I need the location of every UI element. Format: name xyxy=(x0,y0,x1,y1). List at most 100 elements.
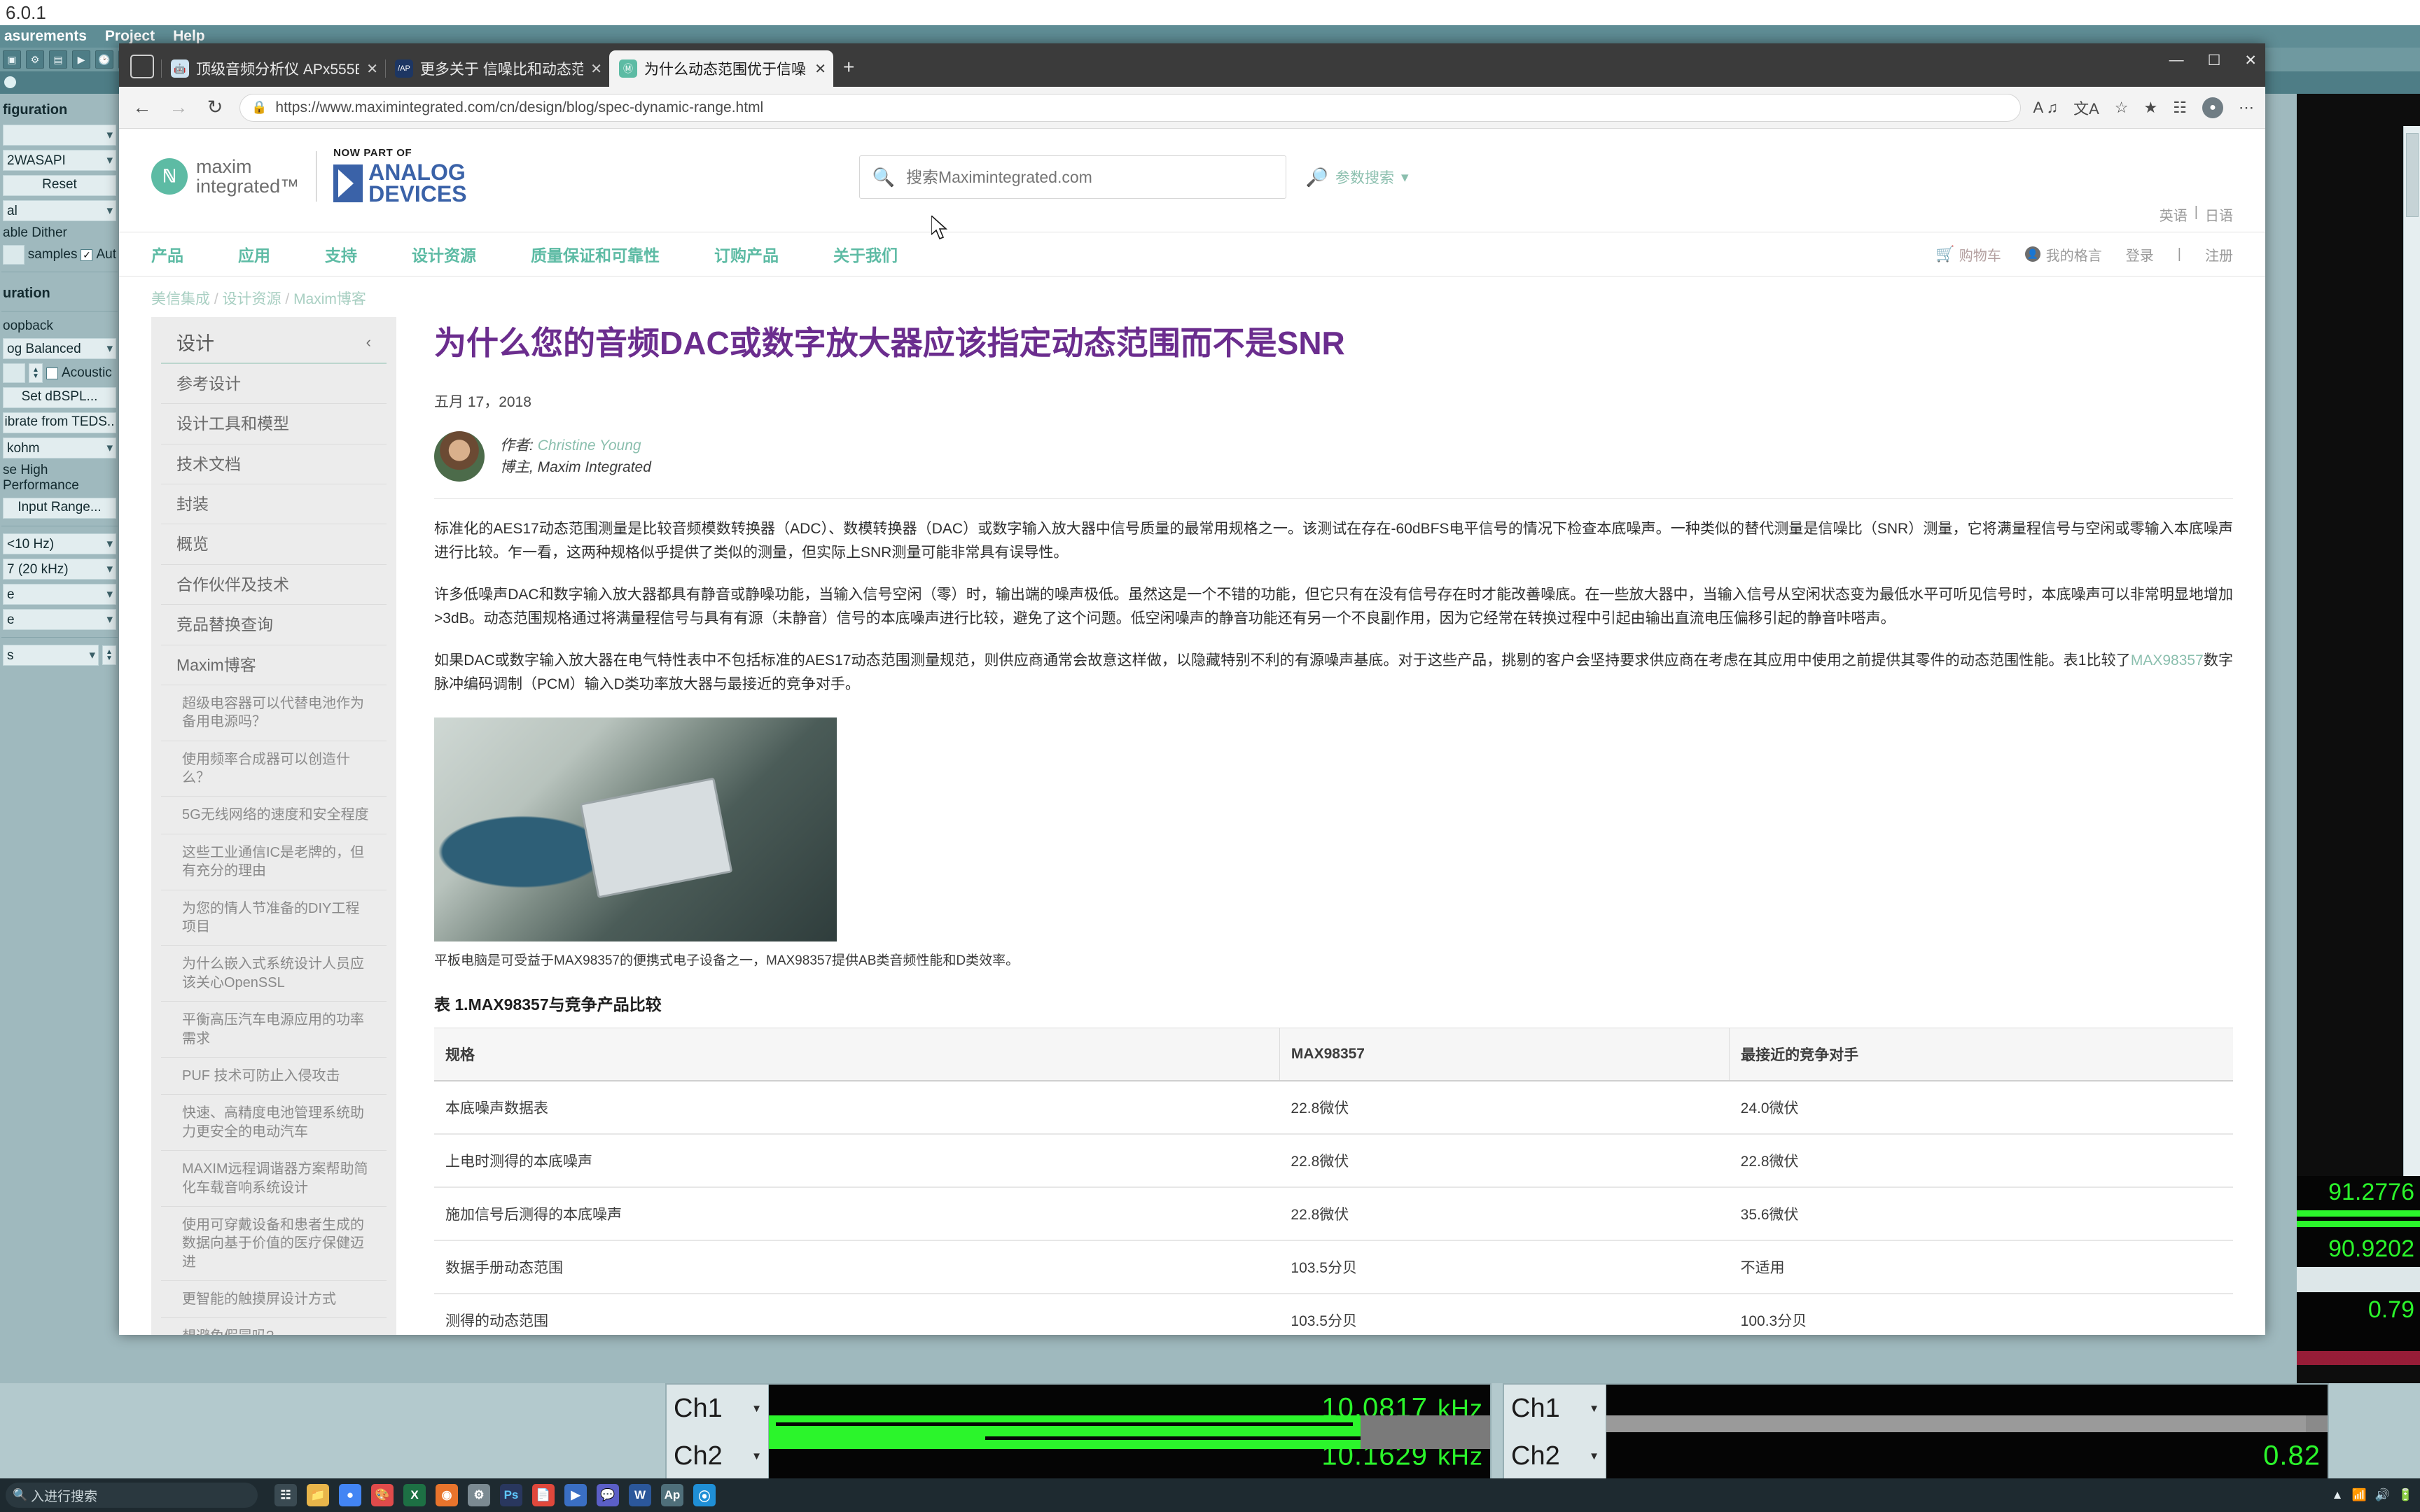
folder-icon[interactable]: 📁 xyxy=(307,1484,329,1506)
back-button[interactable]: ← xyxy=(130,97,154,118)
highpass-filter-select[interactable]: <10 Hz) xyxy=(3,533,116,554)
sidebar-item-1[interactable]: 设计工具和模型 xyxy=(161,404,387,444)
volume-icon[interactable]: 🔊 xyxy=(2375,1488,2390,1502)
driver-select[interactable]: 2WASAPI xyxy=(3,150,116,171)
gain-input[interactable] xyxy=(3,363,25,383)
ch2-selector-b[interactable]: Ch2 xyxy=(1504,1432,1606,1480)
sidebar-item-17[interactable]: MAXIM远程调谐器方案帮助简化车载音响系统设计 xyxy=(161,1151,387,1207)
author-name[interactable]: Christine Young xyxy=(538,438,641,454)
sidebar-item-3[interactable]: 封装 xyxy=(161,484,387,525)
analog-balanced-select[interactable]: og Balanced xyxy=(3,338,116,359)
new-tab-button[interactable]: + xyxy=(843,56,854,78)
max98357-link[interactable]: MAX98357 xyxy=(2131,652,2204,668)
browser-tab-3[interactable]: Ⓜ 为什么动态范围优于信噪比 ✕ xyxy=(609,50,833,87)
analog-devices-logo[interactable]: NOW PART OF ANALOG DEVICES xyxy=(333,147,467,206)
tab-2-close-icon[interactable]: ✕ xyxy=(590,60,602,78)
reload-button[interactable]: ↻ xyxy=(203,97,227,118)
device-row[interactable] xyxy=(0,122,119,148)
site-main-nav[interactable]: 产品 应用 支持 设计资源 质量保证和可靠性 订购产品 关于我们 🛒 购物车 👤… xyxy=(119,232,2265,276)
nav-utility-links[interactable]: 🛒 购物车 👤 我的格言 登录 | 注册 xyxy=(1935,244,2233,265)
acoustic-row[interactable]: ▲ ▼ Acoustic xyxy=(0,361,119,385)
taskbar-system-tray[interactable]: ▲ 📶 🔊 🔋 xyxy=(2332,1488,2413,1502)
photoshop-icon[interactable]: Ps xyxy=(500,1484,522,1506)
favorite-icon[interactable]: ☆ xyxy=(2115,99,2129,117)
app-scrollbar-thumb[interactable] xyxy=(2406,133,2419,217)
ch1-selector[interactable]: Ch1 xyxy=(667,1385,769,1432)
menu-project[interactable]: Project xyxy=(105,28,155,45)
sidebar-item-6[interactable]: 竞品替换查询 xyxy=(161,605,387,645)
sidebar-item-12[interactable]: 为您的情人节准备的DIY工程项目 xyxy=(161,890,387,946)
clock-icon[interactable]: 🕑 xyxy=(95,50,113,69)
cart-link[interactable]: 🛒 购物车 xyxy=(1935,244,2001,265)
auto-checkbox-group[interactable]: ✓ Aut xyxy=(81,247,116,262)
chevron-left-icon[interactable]: ‹ xyxy=(366,333,371,351)
minimize-button[interactable]: — xyxy=(2169,52,2184,69)
sidebar-item-5[interactable]: 合作伙伴及技术 xyxy=(161,565,387,606)
sidebar-item-8[interactable]: 超级电容器可以代替电池作为备用电源吗？ xyxy=(161,685,387,741)
parametric-search-button[interactable]: 🔎 参数搜索 ▾ xyxy=(1306,167,1409,188)
sidebar-item-13[interactable]: 为什么嵌入式系统设计人员应该关心OpenSSL xyxy=(161,946,387,1002)
set-dbspl-row[interactable]: Set dBSPL... xyxy=(0,385,119,410)
toolbar-icon-2[interactable]: ⚙ xyxy=(26,50,44,69)
lowpass-filter-select[interactable]: 7 (20 kHz) xyxy=(3,559,116,580)
edge-icon[interactable]: ⦿ xyxy=(693,1484,716,1506)
task-view-icon[interactable]: ☷ xyxy=(274,1484,297,1506)
nav-item-design-resources[interactable]: 设计资源 xyxy=(412,242,476,266)
extra-select[interactable]: e xyxy=(3,609,116,630)
reset-button[interactable]: Reset xyxy=(3,175,116,196)
sidebar-item-list[interactable]: 参考设计 设计工具和模型 技术文档 封装 概览 合作伙伴及技术 竞品替换查询 Maxim博客超… xyxy=(151,364,396,1335)
language-switcher[interactable]: 英语 | 日语 xyxy=(2160,204,2233,225)
register-link[interactable]: 注册 xyxy=(2205,244,2233,265)
extra-row[interactable]: e xyxy=(0,607,119,632)
excel-icon[interactable]: X xyxy=(403,1484,426,1506)
sidebar-item-20[interactable]: 想避免假冒吗? xyxy=(161,1318,387,1335)
language-japanese[interactable]: 日语 xyxy=(2205,204,2233,225)
chrome-icon[interactable]: ● xyxy=(339,1484,361,1506)
maximize-button[interactable]: ☐ xyxy=(2208,52,2221,69)
close-button[interactable]: ✕ xyxy=(2244,52,2257,69)
browser-tab-1[interactable]: 🤖 顶级音频分析仪 APx555B 测量水 ✕ xyxy=(161,50,385,87)
login-link[interactable]: 登录 xyxy=(2126,244,2154,265)
read-aloud-icon[interactable]: A ♫ xyxy=(2033,99,2059,117)
sidebar-item-9[interactable]: 使用频率合成器可以创造什么？ xyxy=(161,741,387,797)
breadcrumb-item-2[interactable]: 设计资源 xyxy=(223,291,281,307)
teams-icon[interactable]: 💬 xyxy=(597,1484,619,1506)
mode-row[interactable]: al xyxy=(0,198,119,223)
sidebar-header[interactable]: 设计 ‹ xyxy=(161,317,387,364)
ch1-selector-b[interactable]: Ch1 xyxy=(1504,1385,1606,1432)
gain-stepper[interactable]: ▲ ▼ xyxy=(29,363,43,383)
window-controls[interactable]: — ☐ ✕ xyxy=(2169,52,2257,69)
acoustic-checkbox-group[interactable]: Acoustic xyxy=(46,365,112,381)
nav-item-applications[interactable]: 应用 xyxy=(238,242,270,266)
auto-checkbox[interactable]: ✓ xyxy=(81,248,93,261)
firefox-icon[interactable]: ◉ xyxy=(436,1484,458,1506)
brand-logos[interactable]: ℕ maxim integrated™ NOW PART OF ANALOG D… xyxy=(151,147,467,206)
nav-item-order[interactable]: 订购产品 xyxy=(714,242,779,266)
profile-avatar[interactable]: ● xyxy=(2202,97,2223,118)
sidebar-item-19[interactable]: 更智能的触摸屏设计方式 xyxy=(161,1281,387,1319)
breadcrumb-item-1[interactable]: 美信集成 xyxy=(151,291,210,307)
breadcrumb[interactable]: 美信集成 / 设计资源 / Maxim博客 xyxy=(119,276,2265,317)
nav-item-support[interactable]: 支持 xyxy=(325,242,357,266)
forward-button[interactable]: → xyxy=(167,97,190,118)
analog-row[interactable]: og Balanced xyxy=(0,336,119,361)
left-sidebar-nav[interactable]: 设计 ‹ 参考设计 设计工具和模型 技术文档 封装 概览 合作伙伴及技术 竞品替换查询 Max… xyxy=(151,317,396,1335)
high-perf-row[interactable]: se High Performance xyxy=(0,461,119,496)
windows-taskbar[interactable]: 入进行搜索 ☷ 📁 ● 🎨 X ◉ ⚙ Ps 📄 ▶ 💬 W Ap ⦿ ▲ 📶 … xyxy=(0,1478,2420,1512)
sidebar-item-16[interactable]: 快速、高精度电池管理系统助力更安全的电动汽车 xyxy=(161,1095,387,1152)
apx-settings-panel[interactable]: figuration 2WASAPI Reset al able Dither … xyxy=(0,94,119,1414)
driver-row[interactable]: 2WASAPI xyxy=(0,148,119,173)
loopback-row[interactable]: oopback xyxy=(0,316,119,336)
nav-item-about[interactable]: 关于我们 xyxy=(833,242,898,266)
hp-filter-row[interactable]: <10 Hz) xyxy=(0,531,119,556)
reset-row[interactable]: Reset xyxy=(0,173,119,198)
lp-filter-row[interactable]: 7 (20 kHz) xyxy=(0,556,119,582)
weighting-row[interactable]: e xyxy=(0,582,119,607)
impedance-row[interactable]: kohm xyxy=(0,435,119,461)
dither-row[interactable]: able Dither xyxy=(0,223,119,243)
tray-expand-icon[interactable]: ▲ xyxy=(2332,1488,2344,1502)
language-english[interactable]: 英语 xyxy=(2160,204,2188,225)
toolbar-right-icons[interactable]: A ♫ 文A ☆ ★ ☷ ● ⋯ xyxy=(2033,97,2254,119)
sidebar-item-15[interactable]: PUF 技术可防止入侵攻击 xyxy=(161,1058,387,1096)
sidebar-item-14[interactable]: 平衡高压汽车电源应用的功率需求 xyxy=(161,1002,387,1058)
